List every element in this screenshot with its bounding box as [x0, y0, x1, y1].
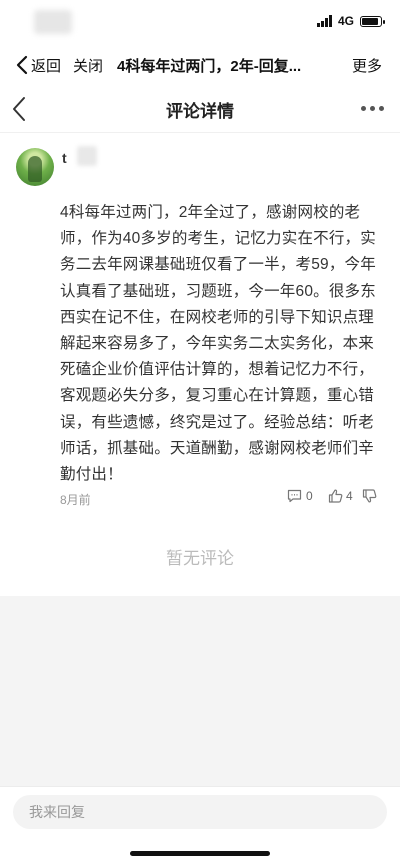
more-button[interactable]: 更多: [352, 55, 382, 76]
network-label: 4G: [337, 14, 354, 28]
comment-icon: [287, 489, 302, 503]
dot-icon: [370, 106, 375, 111]
dislike-button[interactable]: [362, 489, 377, 506]
status-indicators: 4G: [316, 14, 385, 28]
username-blurred: [77, 146, 97, 166]
thumbs-up-icon: [328, 489, 343, 503]
like-button[interactable]: 4: [328, 489, 353, 503]
chevron-left-icon: [13, 97, 25, 121]
like-count: 4: [346, 489, 353, 503]
status-bar: 4G: [0, 0, 400, 44]
comment-time: 8月前: [60, 493, 91, 507]
signal-icon: [316, 15, 332, 27]
close-button[interactable]: 关闭: [73, 55, 103, 76]
empty-state-text: 暂无评论: [166, 549, 234, 568]
comment-meta: 8月前 0 4: [60, 489, 380, 509]
reply-input[interactable]: [13, 795, 387, 829]
chevron-left-icon: [16, 55, 28, 75]
more-options-button[interactable]: [361, 106, 384, 111]
reply-bar: [0, 786, 400, 866]
status-time-blurred: [34, 10, 72, 34]
page-title: 评论详情: [166, 101, 234, 121]
back-label: 返回: [31, 57, 62, 75]
back-button[interactable]: 返回: [16, 55, 61, 76]
username[interactable]: t: [62, 150, 67, 166]
reply-button[interactable]: 0: [287, 489, 313, 503]
dot-icon: [361, 106, 366, 111]
empty-area: [0, 596, 400, 786]
battery-icon: [360, 15, 385, 27]
avatar[interactable]: [16, 148, 54, 186]
home-indicator: [130, 851, 270, 856]
webview-title: 4科每年过两门，2年-回复...: [117, 57, 302, 75]
header-back-button[interactable]: [12, 96, 26, 127]
webview-nav: 返回 关闭 4科每年过两门，2年-回复... 更多: [0, 44, 400, 86]
reply-count: 0: [306, 489, 313, 503]
thumbs-down-icon: [362, 489, 377, 503]
comment-text: 4科每年过两门，2年全过了，感谢网校的老师，作为40多岁的考生，记忆力实在不行，…: [60, 204, 376, 484]
page-header: 评论详情: [0, 86, 400, 133]
dot-icon: [379, 106, 384, 111]
